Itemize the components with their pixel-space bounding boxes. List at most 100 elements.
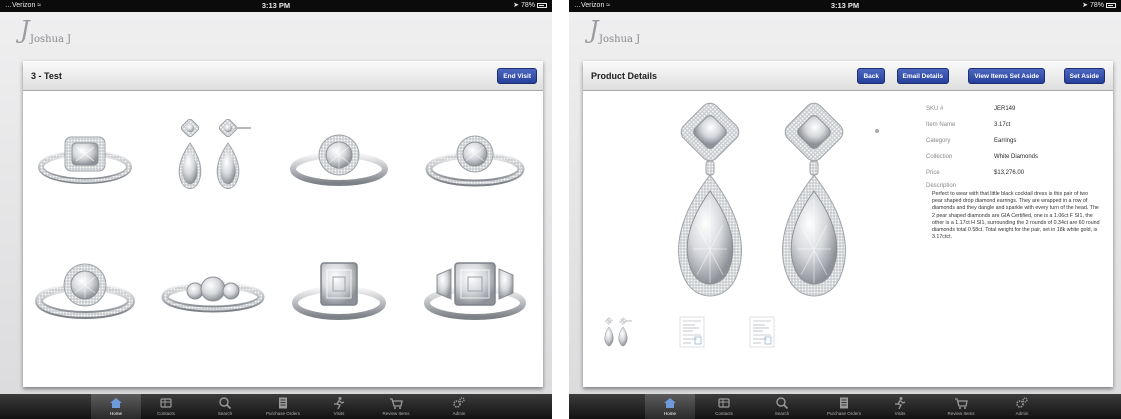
visit-title: 3 - Test bbox=[31, 71, 62, 81]
detail-row-category: Category Earrings bbox=[926, 135, 1101, 147]
product-thumbnail[interactable] bbox=[291, 253, 387, 325]
detail-row-collection: Collection White Diamonds bbox=[926, 151, 1101, 163]
item-name-value: 3.17ct bbox=[994, 122, 1011, 128]
set-aside-button[interactable]: Set Aside bbox=[1063, 68, 1105, 84]
search-icon bbox=[776, 397, 789, 410]
home-icon bbox=[664, 398, 676, 408]
tab-label: Admin bbox=[452, 411, 466, 416]
tab-visits[interactable]: Visits bbox=[875, 394, 925, 419]
tab-label: Purchase Orders bbox=[265, 411, 300, 416]
view-items-set-aside-button[interactable]: View Items Set Aside bbox=[968, 68, 1045, 84]
status-bar: …​Verizon ≈ 3:13 PM ➤ 78% bbox=[569, 0, 1121, 12]
detail-label: Category bbox=[926, 138, 951, 144]
tab-label: Admin bbox=[1015, 411, 1029, 416]
tab-search[interactable]: Search bbox=[757, 394, 807, 419]
tab-contacts[interactable]: Contacts bbox=[141, 394, 191, 419]
price-value: $13,276.00 bbox=[994, 170, 1025, 176]
product-thumbnail[interactable] bbox=[423, 253, 527, 325]
tab-label: Visits bbox=[894, 411, 906, 416]
description-label: Description bbox=[926, 183, 957, 189]
product-detail-panel: Product Details Back Email Details View … bbox=[583, 61, 1113, 387]
purchase-orders-icon bbox=[279, 397, 287, 409]
sku-value: JER149 bbox=[994, 106, 1016, 112]
status-bar: …​Verizon ≈ 3:13 PM ➤ 78% bbox=[0, 0, 552, 12]
logo-name: Joshua J bbox=[599, 34, 641, 45]
tab-review-items[interactable]: Review Items bbox=[371, 394, 421, 419]
product-thumbnail[interactable] bbox=[167, 119, 263, 201]
detail-row-item-name: Item Name 3.17ct bbox=[926, 119, 1101, 131]
logo-monogram: J bbox=[20, 16, 30, 44]
product-main-image bbox=[663, 99, 883, 319]
tab-label: Home bbox=[663, 411, 676, 416]
ring-image bbox=[425, 135, 525, 187]
category-value: Earrings bbox=[994, 138, 1017, 144]
tab-label: Contacts bbox=[715, 411, 733, 416]
tab-label: Search bbox=[217, 411, 233, 416]
document-icon bbox=[749, 316, 775, 348]
ring-image bbox=[161, 276, 265, 313]
thumbnail-certificate-1[interactable] bbox=[675, 315, 709, 349]
status-time: 3:13 PM bbox=[830, 1, 860, 10]
tab-label: Home bbox=[109, 411, 122, 416]
panel-header: Product Details Back Email Details View … bbox=[583, 61, 1113, 91]
search-icon bbox=[219, 397, 232, 410]
tab-admin[interactable]: Admin bbox=[997, 394, 1047, 419]
tab-bar: Home Contacts Search Purchase Orders Vis… bbox=[0, 394, 552, 419]
tab-search[interactable]: Search bbox=[200, 394, 250, 419]
home-icon bbox=[110, 398, 122, 408]
product-thumbnail[interactable] bbox=[35, 257, 135, 323]
tab-home[interactable]: Home bbox=[645, 394, 695, 419]
product-thumbnail[interactable] bbox=[161, 267, 265, 317]
tab-purchase-orders[interactable]: Purchase Orders bbox=[819, 394, 869, 419]
cart-icon bbox=[955, 398, 968, 409]
thumbnail-earrings[interactable] bbox=[601, 315, 635, 349]
battery-icon bbox=[1106, 2, 1116, 8]
ipad-screen-product-details: …​Verizon ≈ 3:13 PM ➤ 78% J Joshua J Pro… bbox=[569, 0, 1121, 419]
logo-monogram: J bbox=[589, 16, 599, 44]
tab-label: Contacts bbox=[157, 411, 175, 416]
tab-visits[interactable]: Visits bbox=[314, 394, 364, 419]
gears-icon bbox=[453, 397, 465, 408]
tab-label: Review Items bbox=[382, 411, 410, 416]
ring-image bbox=[292, 262, 386, 320]
product-thumbnail[interactable] bbox=[425, 127, 525, 191]
tab-purchase-orders[interactable]: Purchase Orders bbox=[258, 394, 308, 419]
purchase-orders-icon bbox=[840, 397, 848, 409]
ipad-screen-gallery: …​Verizon ≈ 3:13 PM ➤ 78% J Joshua J 3 -… bbox=[0, 0, 552, 419]
back-button[interactable]: Back bbox=[857, 68, 885, 84]
stage: …​Verizon ≈ 3:13 PM ➤ 78% J Joshua J 3 -… bbox=[0, 0, 1121, 419]
gears-icon bbox=[1016, 397, 1028, 408]
earrings-image bbox=[678, 102, 879, 297]
product-thumbnail[interactable] bbox=[289, 127, 389, 191]
tab-label: Search bbox=[774, 411, 790, 416]
ring-image bbox=[35, 263, 135, 319]
ring-image bbox=[424, 262, 526, 320]
ring-image bbox=[38, 136, 132, 184]
tab-contacts[interactable]: Contacts bbox=[699, 394, 749, 419]
detail-row-sku: SKU # JER149 bbox=[926, 103, 1101, 115]
end-visit-button[interactable]: End Visit bbox=[497, 68, 537, 84]
detail-label: SKU # bbox=[926, 106, 944, 112]
gallery-panel: 3 - Test End Visit bbox=[23, 61, 543, 387]
email-details-button[interactable]: Email Details bbox=[896, 68, 949, 84]
tab-home[interactable]: Home bbox=[91, 394, 141, 419]
tab-label: Visits bbox=[333, 411, 345, 416]
product-thumbnail[interactable] bbox=[37, 127, 133, 191]
battery-percent: 78% bbox=[520, 2, 535, 9]
detail-label: Price bbox=[926, 170, 940, 176]
page-title: Product Details bbox=[591, 71, 658, 81]
battery-status: ➤ 78% bbox=[513, 0, 547, 12]
battery-status: ➤ 78% bbox=[1082, 0, 1116, 12]
battery-percent: 78% bbox=[1089, 2, 1104, 9]
contacts-icon bbox=[718, 398, 730, 408]
detail-label: Collection bbox=[926, 154, 953, 160]
cart-icon bbox=[390, 398, 403, 409]
description-text: Perfect to wear with that little black c… bbox=[932, 191, 1100, 241]
tab-admin[interactable]: Admin bbox=[434, 394, 484, 419]
detail-label: Item Name bbox=[926, 122, 956, 128]
battery-icon bbox=[537, 2, 547, 8]
tab-review-items[interactable]: Review Items bbox=[936, 394, 986, 419]
status-time: 3:13 PM bbox=[261, 1, 291, 10]
earrings-image bbox=[178, 119, 251, 189]
thumbnail-certificate-2[interactable] bbox=[745, 315, 779, 349]
